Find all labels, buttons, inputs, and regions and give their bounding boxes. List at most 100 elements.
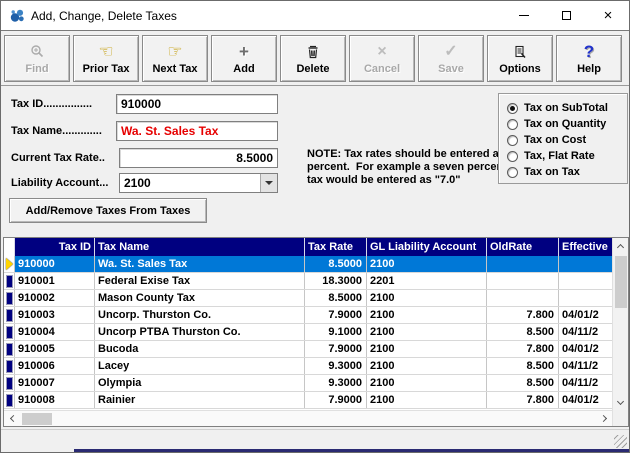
- header-tax-id[interactable]: Tax ID: [15, 238, 95, 256]
- radio-icon[interactable]: [507, 135, 518, 146]
- row-selector-cell[interactable]: [4, 290, 15, 306]
- cell-gl-account[interactable]: 2100: [367, 375, 487, 391]
- cell-tax-name[interactable]: Rainier: [95, 392, 305, 408]
- cell-tax-name[interactable]: Mason County Tax: [95, 290, 305, 306]
- close-button[interactable]: ×: [587, 1, 629, 30]
- vertical-scroll-track[interactable]: [613, 308, 628, 394]
- cell-gl-account[interactable]: 2201: [367, 273, 487, 289]
- cell-old-rate[interactable]: [487, 256, 559, 272]
- scroll-down-button[interactable]: [613, 394, 628, 410]
- cell-gl-account[interactable]: 2100: [367, 307, 487, 323]
- cell-tax-id[interactable]: 910004: [15, 324, 95, 340]
- cell-tax-name[interactable]: Uncorp. Thurston Co.: [95, 307, 305, 323]
- cell-tax-id[interactable]: 910006: [15, 358, 95, 374]
- cell-gl-account[interactable]: 2100: [367, 324, 487, 340]
- vertical-scroll-thumb[interactable]: [615, 256, 627, 308]
- help-button[interactable]: ? Help: [556, 35, 622, 82]
- header-gl-liability-account[interactable]: GL Liability Account: [367, 238, 487, 256]
- table-row[interactable]: 910000Wa. St. Sales Tax8.50002100: [4, 256, 612, 273]
- row-selector-cell[interactable]: [4, 392, 15, 408]
- row-selector-cell[interactable]: [4, 256, 15, 272]
- cell-effective[interactable]: 04/01/2: [559, 307, 612, 323]
- row-selector-cell[interactable]: [4, 324, 15, 340]
- cell-gl-account[interactable]: 2100: [367, 256, 487, 272]
- radio-option[interactable]: Tax on Quantity: [507, 116, 627, 132]
- cell-tax-name[interactable]: Federal Exise Tax: [95, 273, 305, 289]
- maximize-button[interactable]: [545, 1, 587, 30]
- cell-effective[interactable]: [559, 256, 612, 272]
- cell-tax-name[interactable]: Bucoda: [95, 341, 305, 357]
- cell-tax-rate[interactable]: 9.3000: [305, 375, 367, 391]
- table-row[interactable]: 910001Federal Exise Tax18.30002201: [4, 273, 612, 290]
- cell-old-rate[interactable]: 7.800: [487, 341, 559, 357]
- cell-old-rate[interactable]: 7.800: [487, 392, 559, 408]
- cell-old-rate[interactable]: 8.500: [487, 375, 559, 391]
- delete-button[interactable]: Delete: [280, 35, 346, 82]
- cell-tax-id[interactable]: 910007: [15, 375, 95, 391]
- radio-icon[interactable]: [507, 103, 518, 114]
- cell-tax-id[interactable]: 910002: [15, 290, 95, 306]
- resize-grip[interactable]: [614, 435, 627, 448]
- horizontal-scroll-thumb[interactable]: [22, 413, 52, 425]
- cell-old-rate[interactable]: 7.800: [487, 307, 559, 323]
- cell-tax-id[interactable]: 910001: [15, 273, 95, 289]
- cell-old-rate[interactable]: 8.500: [487, 324, 559, 340]
- cell-old-rate[interactable]: 8.500: [487, 358, 559, 374]
- table-row[interactable]: 910007Olympia9.300021008.50004/11/2: [4, 375, 612, 392]
- cancel-button[interactable]: × Cancel: [349, 35, 415, 82]
- cell-old-rate[interactable]: [487, 290, 559, 306]
- add-button[interactable]: + Add: [211, 35, 277, 82]
- minimize-button[interactable]: [503, 1, 545, 30]
- radio-option[interactable]: Tax on Tax: [507, 164, 627, 180]
- find-button[interactable]: Find: [4, 35, 70, 82]
- current-tax-rate-field[interactable]: 8.5000: [119, 148, 278, 168]
- cell-tax-rate[interactable]: 18.3000: [305, 273, 367, 289]
- tax-id-field[interactable]: 910000: [116, 94, 278, 114]
- cell-effective[interactable]: 04/01/2: [559, 341, 612, 357]
- cell-effective[interactable]: 04/11/2: [559, 358, 612, 374]
- cell-effective[interactable]: 04/11/2: [559, 375, 612, 391]
- table-row[interactable]: 910003Uncorp. Thurston Co.7.900021007.80…: [4, 307, 612, 324]
- row-selector-cell[interactable]: [4, 307, 15, 323]
- cell-effective[interactable]: [559, 273, 612, 289]
- cell-tax-rate[interactable]: 7.9000: [305, 392, 367, 408]
- cell-tax-id[interactable]: 910000: [15, 256, 95, 272]
- cell-tax-rate[interactable]: 7.9000: [305, 341, 367, 357]
- options-button[interactable]: Options: [487, 35, 553, 82]
- table-row[interactable]: 910005Bucoda7.900021007.80004/01/2: [4, 341, 612, 358]
- header-tax-rate[interactable]: Tax Rate: [305, 238, 367, 256]
- save-button[interactable]: ✓ Save: [418, 35, 484, 82]
- cell-effective[interactable]: 04/11/2: [559, 324, 612, 340]
- horizontal-scrollbar[interactable]: [4, 410, 612, 426]
- cell-tax-rate[interactable]: 7.9000: [305, 307, 367, 323]
- radio-icon[interactable]: [507, 167, 518, 178]
- scroll-right-button[interactable]: [596, 411, 612, 427]
- cell-tax-rate[interactable]: 9.1000: [305, 324, 367, 340]
- cell-tax-name[interactable]: Lacey: [95, 358, 305, 374]
- table-row[interactable]: 910002Mason County Tax8.50002100: [4, 290, 612, 307]
- cell-tax-name[interactable]: Olympia: [95, 375, 305, 391]
- cell-tax-id[interactable]: 910005: [15, 341, 95, 357]
- radio-option[interactable]: Tax on SubTotal: [507, 100, 627, 116]
- cell-tax-id[interactable]: 910008: [15, 392, 95, 408]
- radio-icon[interactable]: [507, 119, 518, 130]
- header-effective[interactable]: Effective: [559, 238, 612, 256]
- cell-gl-account[interactable]: 2100: [367, 341, 487, 357]
- cell-tax-rate[interactable]: 8.5000: [305, 256, 367, 272]
- cell-gl-account[interactable]: 2100: [367, 358, 487, 374]
- row-selector-cell[interactable]: [4, 341, 15, 357]
- table-row[interactable]: 910006Lacey9.300021008.50004/11/2: [4, 358, 612, 375]
- scroll-left-button[interactable]: [4, 411, 20, 427]
- cell-old-rate[interactable]: [487, 273, 559, 289]
- cell-gl-account[interactable]: 2100: [367, 392, 487, 408]
- cell-effective[interactable]: 04/01/2: [559, 392, 612, 408]
- liability-account-dropdown[interactable]: 2100: [119, 173, 278, 193]
- header-old-rate[interactable]: OldRate: [487, 238, 559, 256]
- scroll-up-button[interactable]: [613, 238, 628, 254]
- header-tax-name[interactable]: Tax Name: [95, 238, 305, 256]
- title-bar[interactable]: Add, Change, Delete Taxes ×: [1, 1, 629, 30]
- row-selector-cell[interactable]: [4, 375, 15, 391]
- radio-option[interactable]: Tax on Cost: [507, 132, 627, 148]
- radio-option[interactable]: Tax, Flat Rate: [507, 148, 627, 164]
- row-selector-cell[interactable]: [4, 358, 15, 374]
